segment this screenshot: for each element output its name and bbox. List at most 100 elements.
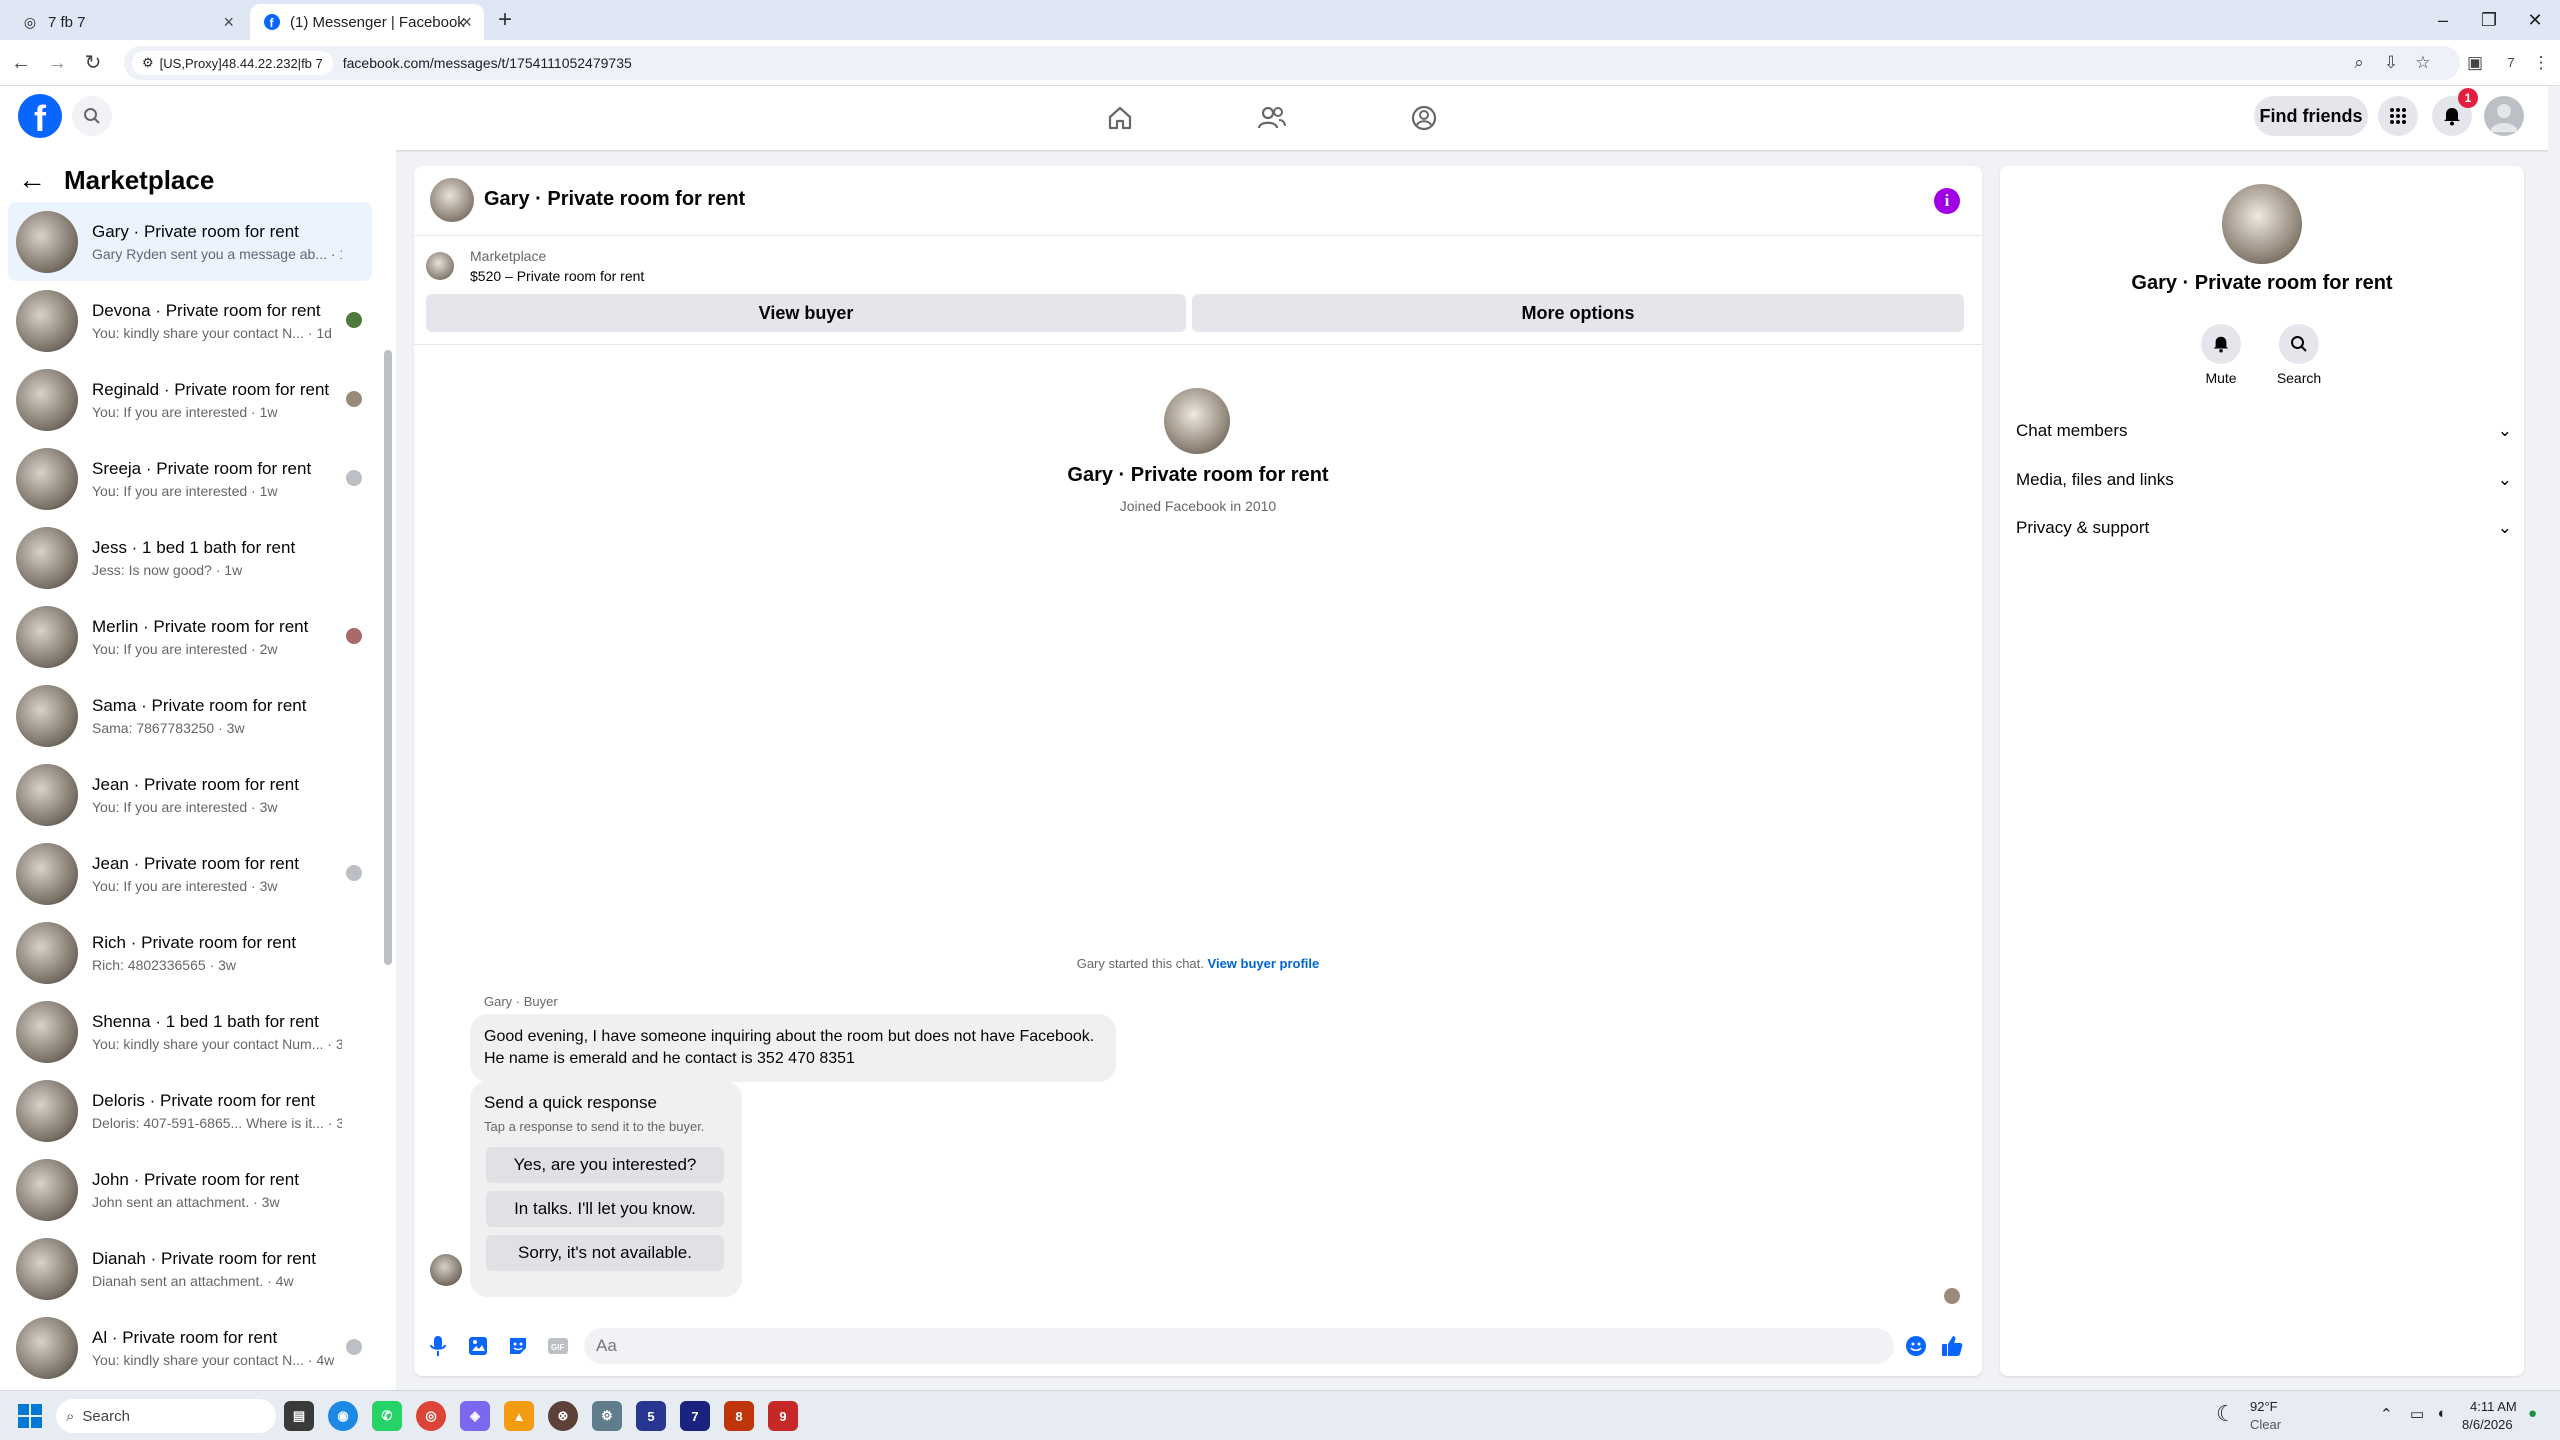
view-buyer-button[interactable]: View buyer <box>426 294 1186 332</box>
conversation-item[interactable]: Dianah · Private room for rent Dianah sen… <box>8 1229 372 1308</box>
quick-response-title: Send a quick response <box>484 1093 657 1112</box>
profile-avatar[interactable] <box>2222 184 2302 264</box>
quick-response-button[interactable]: Yes, are you interested? <box>486 1147 724 1183</box>
notification-icon[interactable]: ● <box>2528 1405 2537 1440</box>
search-icon[interactable] <box>72 96 112 136</box>
microphone-icon[interactable] <box>424 1332 452 1360</box>
home-icon[interactable] <box>1090 98 1150 138</box>
app-icon[interactable]: 8 <box>724 1401 754 1431</box>
conversation-item[interactable]: Merlin · Private room for rent You: If yo… <box>8 597 372 676</box>
forward-icon[interactable]: → <box>42 48 72 78</box>
taskbar-search-placeholder: Search <box>82 1407 130 1425</box>
find-friends-button[interactable]: Find friends <box>2254 96 2368 136</box>
task-view-icon[interactable]: ▤ <box>284 1401 314 1431</box>
taskbar-search[interactable]: ⌕ Search <box>56 1399 276 1433</box>
sender-label: Gary · Buyer <box>484 994 558 1009</box>
quick-response-button[interactable]: In talks. I'll let you know. <box>486 1191 724 1227</box>
browser-app-icon[interactable]: ◎ <box>416 1401 446 1431</box>
conversation-item[interactable]: John · Private room for rent John sent an… <box>8 1150 372 1229</box>
profile-button[interactable]: 7 <box>2496 48 2526 78</box>
quick-response-button[interactable]: Sorry, it's not available. <box>486 1235 724 1271</box>
app-icon[interactable]: 7 <box>680 1401 710 1431</box>
sticker-icon[interactable] <box>504 1332 532 1360</box>
chrome-icon[interactable]: ◉ <box>328 1401 358 1431</box>
started-text: Gary started this chat. <box>1076 956 1204 971</box>
close-tab-icon[interactable]: × <box>461 12 472 33</box>
conversation-item[interactable]: Jess · 1 bed 1 bath for rent Jess: Is now… <box>8 518 372 597</box>
volume-icon[interactable]: ◖ <box>2436 1405 2445 1440</box>
back-arrow-icon[interactable]: ← <box>18 164 46 196</box>
conversation-item[interactable]: Jean · Private room for rent You: If you … <box>8 834 372 913</box>
tab-title: (1) Messenger | Facebook <box>290 13 465 31</box>
avatar[interactable] <box>430 178 474 222</box>
sidepanel-icon[interactable]: ▣ <box>2460 48 2490 78</box>
network-icon[interactable]: ▭ <box>2410 1405 2424 1440</box>
whatsapp-icon[interactable]: ✆ <box>372 1401 402 1431</box>
gif-icon[interactable]: GIF <box>544 1332 572 1360</box>
new-tab-button[interactable]: + <box>490 6 520 36</box>
url-field[interactable]: ⚙ [US,Proxy]48.44.22.232|fb 7 facebook.co… <box>124 46 2460 80</box>
conversation-snippet: Deloris: 407-591-6865... Where is it... … <box>92 1114 342 1131</box>
bookmark-star-icon[interactable]: ☆ <box>2408 48 2438 78</box>
back-icon[interactable]: ← <box>6 48 36 78</box>
chevron-up-icon[interactable]: ⌃ <box>2380 1405 2393 1440</box>
app-icon[interactable]: ◈ <box>460 1401 490 1431</box>
message-input[interactable] <box>584 1328 1894 1364</box>
browser-tab-active[interactable]: f (1) Messenger | Facebook × <box>250 4 484 40</box>
conversation-item[interactable]: Al · Private room for rent You: kindly sh… <box>8 1308 372 1387</box>
conversation-name: Merlin · Private room for rent <box>92 616 309 636</box>
seen-avatar <box>346 470 362 486</box>
menu-grid-icon[interactable] <box>2378 96 2418 136</box>
facebook-logo[interactable]: f <box>18 94 62 139</box>
reload-icon[interactable]: ↻ <box>78 48 108 78</box>
conversation-item[interactable]: Devona · Private room for rent You: kindl… <box>8 281 372 360</box>
app-icon[interactable]: 9 <box>768 1401 798 1431</box>
zoom-icon[interactable]: ⌕ <box>2344 48 2374 78</box>
page-scrollbar[interactable] <box>2548 86 2560 1390</box>
browser-tab[interactable]: ◎ 7 fb 7 × <box>8 4 246 40</box>
windows-start-icon[interactable] <box>18 1404 42 1428</box>
media-files-section[interactable]: Media, files and links ⌄ <box>2016 460 2512 500</box>
photo-icon[interactable] <box>464 1332 492 1360</box>
view-buyer-profile-link[interactable]: View buyer profile <box>1208 956 1320 971</box>
profile-name[interactable]: Gary · Private room for rent <box>2000 272 2524 295</box>
install-app-icon[interactable]: ⇩ <box>2376 48 2406 78</box>
account-avatar[interactable] <box>2484 96 2524 136</box>
conversation-item[interactable]: Reginald · Private room for rent You: If … <box>8 360 372 439</box>
groups-icon[interactable] <box>1394 98 1454 138</box>
app-icon[interactable]: 5 <box>636 1401 666 1431</box>
info-icon[interactable]: i <box>1934 188 1960 214</box>
conversation-item[interactable]: Deloris · Private room for rent Deloris: … <box>8 1071 372 1150</box>
friends-icon[interactable] <box>1242 98 1302 138</box>
conversation-snippet: You: kindly share your contact N... · 4w <box>92 1351 335 1368</box>
close-tab-icon[interactable]: × <box>223 12 234 33</box>
conversation-snippet: You: If you are interested · 1w <box>92 403 278 420</box>
search-button[interactable]: Search <box>2264 324 2334 386</box>
browser-menu-icon[interactable]: ⋮ <box>2526 48 2556 78</box>
minimize-icon[interactable]: – <box>2420 0 2466 40</box>
chat-title[interactable]: Gary · Private room for rent <box>484 188 745 211</box>
vlc-icon[interactable]: ▲ <box>504 1401 534 1431</box>
settings-icon[interactable]: ⚙ <box>592 1401 622 1431</box>
conversation-item[interactable]: Sama · Private room for rent Sama: 786778… <box>8 676 372 755</box>
listing-summary: Marketplace $520 – Private room for rent <box>426 248 644 284</box>
conversation-item[interactable]: Gary · Private room for rent Gary Ryden s… <box>8 202 372 281</box>
conversation-item[interactable]: Sreeja · Private room for rent You: If yo… <box>8 439 372 518</box>
privacy-support-section[interactable]: Privacy & support ⌄ <box>2016 508 2512 548</box>
proxy-chip[interactable]: ⚙ [US,Proxy]48.44.22.232|fb 7 <box>132 51 333 75</box>
conversation-item[interactable]: Rich · Private room for rent Rich: 480233… <box>8 913 372 992</box>
mute-button[interactable]: Mute <box>2186 324 2256 386</box>
proxy-label: [US,Proxy]48.44.22.232|fb 7 <box>159 55 323 71</box>
emoji-icon[interactable] <box>1902 1332 1930 1360</box>
chat-members-section[interactable]: Chat members ⌄ <box>2016 411 2512 451</box>
sidebar-scrollbar[interactable] <box>384 350 392 965</box>
more-options-button[interactable]: More options <box>1192 294 1964 332</box>
conversation-item[interactable]: Shenna · 1 bed 1 bath for rent You: kindl… <box>8 992 372 1071</box>
clock-date[interactable]: 8/6/2026 <box>2462 1417 2513 1440</box>
thumbs-up-icon[interactable] <box>1938 1332 1966 1360</box>
close-window-icon[interactable]: ✕ <box>2512 0 2558 40</box>
restore-icon[interactable]: ❐ <box>2466 0 2512 40</box>
weather-moon-icon[interactable]: ☾ <box>2216 1401 2236 1440</box>
app-icon[interactable]: ⊗ <box>548 1401 578 1431</box>
conversation-item[interactable]: Jean · Private room for rent You: If you … <box>8 755 372 834</box>
